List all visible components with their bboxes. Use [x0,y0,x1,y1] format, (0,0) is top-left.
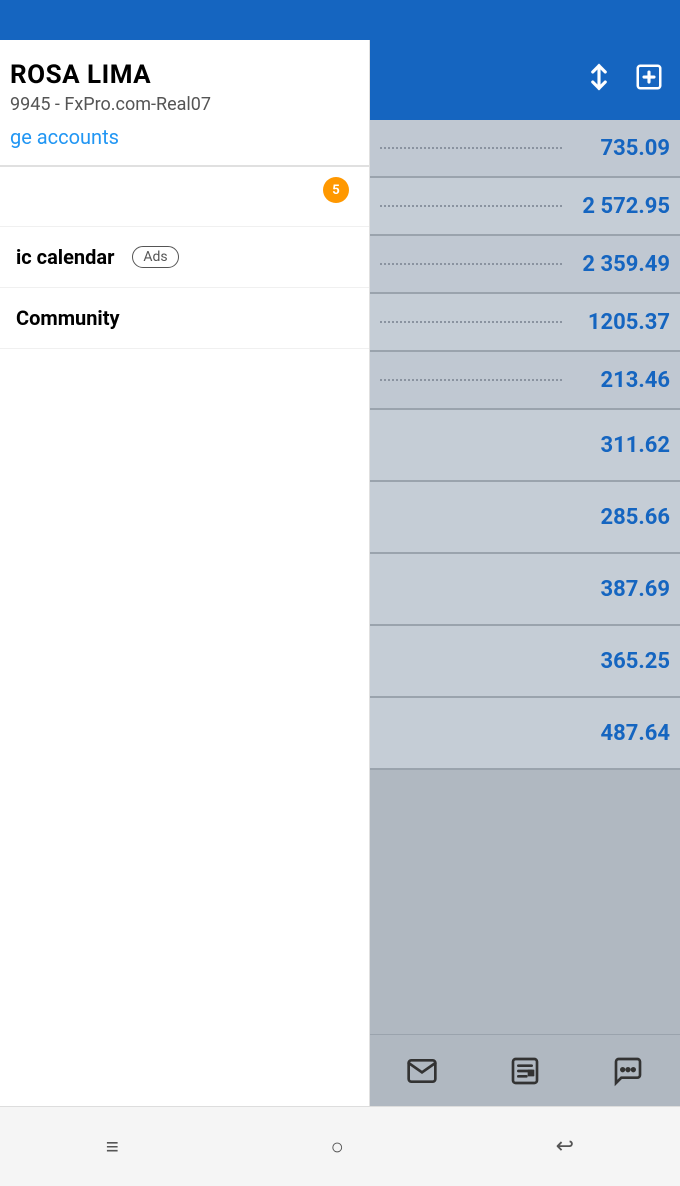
ads-badge: Ads [132,246,178,268]
community-label: Community [16,306,120,330]
price-rows: 735.09 2 572.95 2 359.49 1205.37 213.46 … [370,120,680,770]
price-value-1: 735.09 [570,136,670,161]
right-bottom-bar [370,1034,680,1106]
android-nav-bar: ≡ ○ ↩ [0,1106,680,1186]
dots-line-1 [380,147,562,149]
user-section: ROSA LIMA 9945 - FxPro.com-Real07 ge acc… [0,40,369,166]
main-layout: ROSA LIMA 9945 - FxPro.com-Real07 ge acc… [0,40,680,1106]
price-value-5: 213.46 [570,368,670,393]
manage-accounts-link[interactable]: ge accounts [10,125,119,149]
right-panel-header [370,40,680,120]
inbox-icon[interactable] [406,1055,438,1087]
price-row-6[interactable]: 311.62 [370,410,680,482]
price-value-2: 2 572.95 [570,194,670,219]
menu-item-economic-calendar[interactable]: ic calendar Ads [0,227,369,288]
android-menu-icon[interactable]: ≡ [106,1134,119,1160]
status-bar [0,0,680,40]
add-icon[interactable] [634,62,664,99]
price-value-8: 387.69 [570,577,670,602]
sort-icon[interactable] [584,62,614,99]
dots-line-2 [380,205,562,207]
news-icon[interactable] [509,1055,541,1087]
dots-line-5 [380,379,562,381]
dots-line-4 [380,321,562,323]
menu-item-community[interactable]: Community [0,288,369,349]
price-row-1[interactable]: 735.09 [370,120,680,178]
left-panel: ROSA LIMA 9945 - FxPro.com-Real07 ge acc… [0,40,370,1106]
right-panel: 735.09 2 572.95 2 359.49 1205.37 213.46 … [370,40,680,1106]
price-row-10[interactable]: 487.64 [370,698,680,770]
android-home-icon[interactable]: ○ [331,1134,344,1160]
price-row-9[interactable]: 365.25 [370,626,680,698]
price-value-10: 487.64 [570,721,670,746]
notification-row: 5 [0,167,369,227]
price-value-6: 311.62 [570,433,670,458]
price-value-4: 1205.37 [570,310,670,335]
user-name: ROSA LIMA [10,60,353,90]
price-row-4[interactable]: 1205.37 [370,294,680,352]
price-row-2[interactable]: 2 572.95 [370,178,680,236]
price-row-5[interactable]: 213.46 [370,352,680,410]
price-row-3[interactable]: 2 359.49 [370,236,680,294]
price-row-7[interactable]: 285.66 [370,482,680,554]
notification-badge[interactable]: 5 [323,177,349,203]
price-value-7: 285.66 [570,505,670,530]
chat-icon[interactable] [612,1055,644,1087]
price-value-9: 365.25 [570,649,670,674]
price-row-8[interactable]: 387.69 [370,554,680,626]
economic-calendar-label: ic calendar [16,245,114,269]
android-back-icon[interactable]: ↩ [556,1134,574,1159]
dots-line-3 [380,263,562,265]
price-value-3: 2 359.49 [570,252,670,277]
account-id: 9945 - FxPro.com-Real07 [10,94,353,115]
